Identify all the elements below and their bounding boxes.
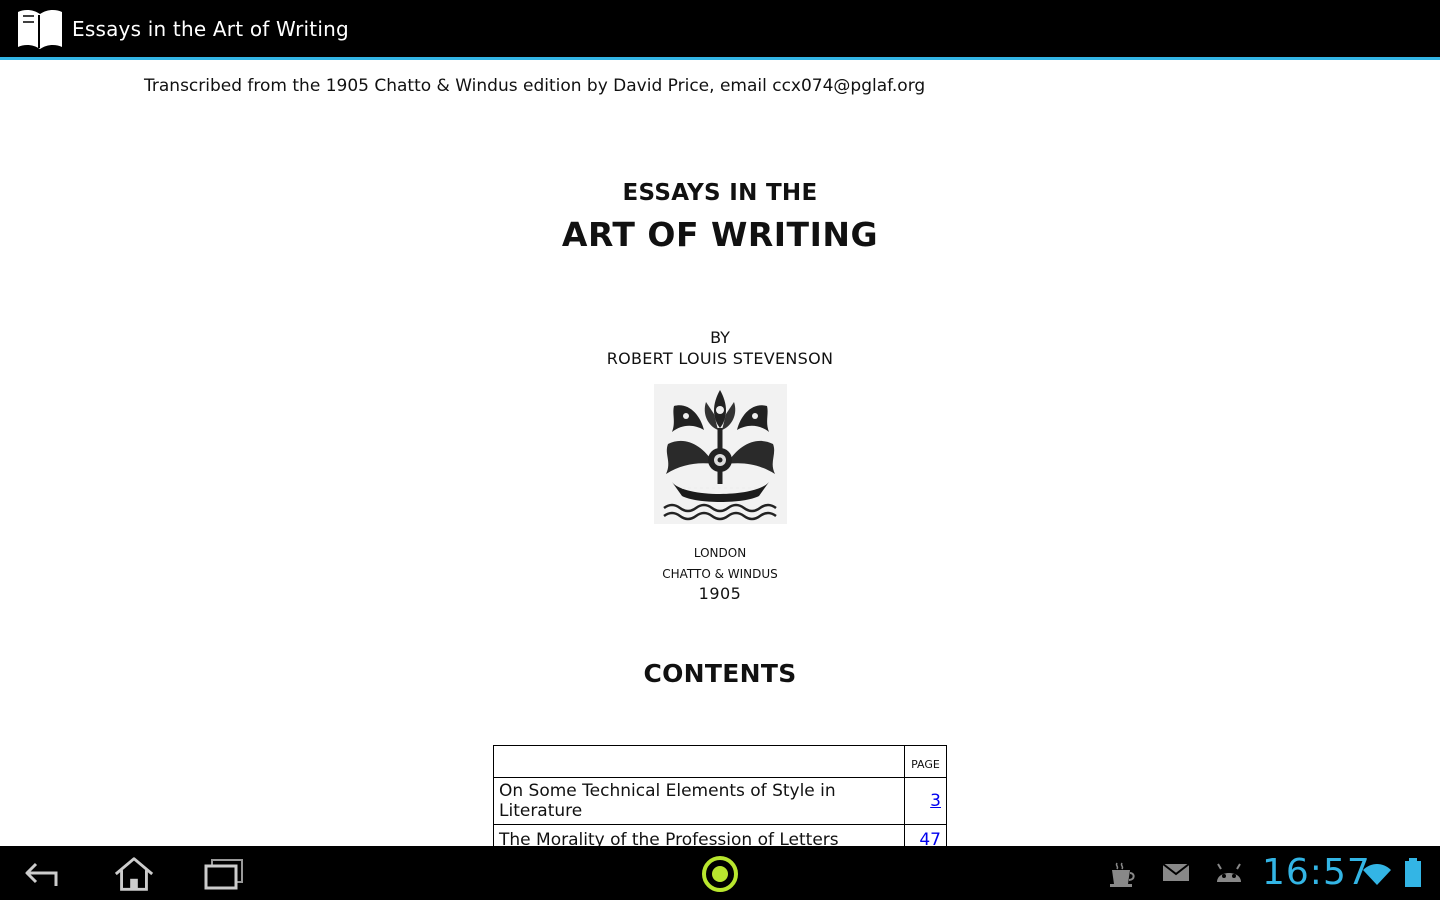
wifi-icon: [1362, 862, 1392, 890]
table-row: On Some Technical Elements of Style in L…: [493, 777, 947, 825]
contents-table: PAGE On Some Technical Elements of Style…: [493, 745, 947, 846]
by-label: BY: [710, 328, 730, 347]
author-name: ROBERT LOUIS STEVENSON: [606, 349, 834, 368]
publication-year: 1905: [698, 584, 742, 603]
table-header-title-cell: [493, 745, 905, 778]
table-header-row: PAGE: [493, 745, 947, 778]
toc-entry-title: On Some Technical Elements of Style in L…: [493, 777, 905, 825]
home-icon[interactable]: [112, 852, 156, 896]
back-icon[interactable]: [22, 852, 66, 896]
table-header-page-cell: PAGE: [904, 745, 947, 778]
toc-entry-page-cell: 47: [904, 824, 947, 846]
publication-place: LONDON: [693, 546, 747, 560]
action-bar: Essays in the Art of Writing: [0, 0, 1440, 60]
book-page[interactable]: Transcribed from the 1905 Chatto & Windu…: [0, 63, 1440, 846]
mail-icon[interactable]: [1162, 860, 1190, 888]
toc-page-link[interactable]: 3: [930, 791, 941, 811]
book-title-line1: ESSAYS IN THE: [622, 180, 818, 206]
publisher-emblem-image: [654, 384, 787, 524]
android-debug-icon[interactable]: [1214, 860, 1244, 890]
recent-apps-icon[interactable]: [202, 852, 246, 896]
status-clock: 16:57: [1262, 852, 1371, 893]
book-title-line2: ART OF WRITING: [561, 215, 879, 254]
toc-entry-title: The Morality of the Profession of Letter…: [493, 824, 905, 846]
battery-icon: [1404, 858, 1422, 892]
open-book-icon[interactable]: [12, 0, 68, 59]
app-title: Essays in the Art of Writing: [72, 16, 349, 41]
reader-app-icon[interactable]: [698, 852, 742, 896]
toc-page-link[interactable]: 47: [919, 830, 941, 846]
toc-entry-page-cell: 3: [904, 777, 947, 825]
table-row: The Morality of the Profession of Letter…: [493, 824, 947, 846]
transcription-note: Transcribed from the 1905 Chatto & Windu…: [144, 76, 926, 96]
system-bar: 16:57: [0, 846, 1440, 900]
publisher-name: CHATTO & WINDUS: [662, 567, 778, 581]
contents-heading: CONTENTS: [643, 659, 797, 688]
teacup-notification-icon[interactable]: [1108, 860, 1136, 892]
